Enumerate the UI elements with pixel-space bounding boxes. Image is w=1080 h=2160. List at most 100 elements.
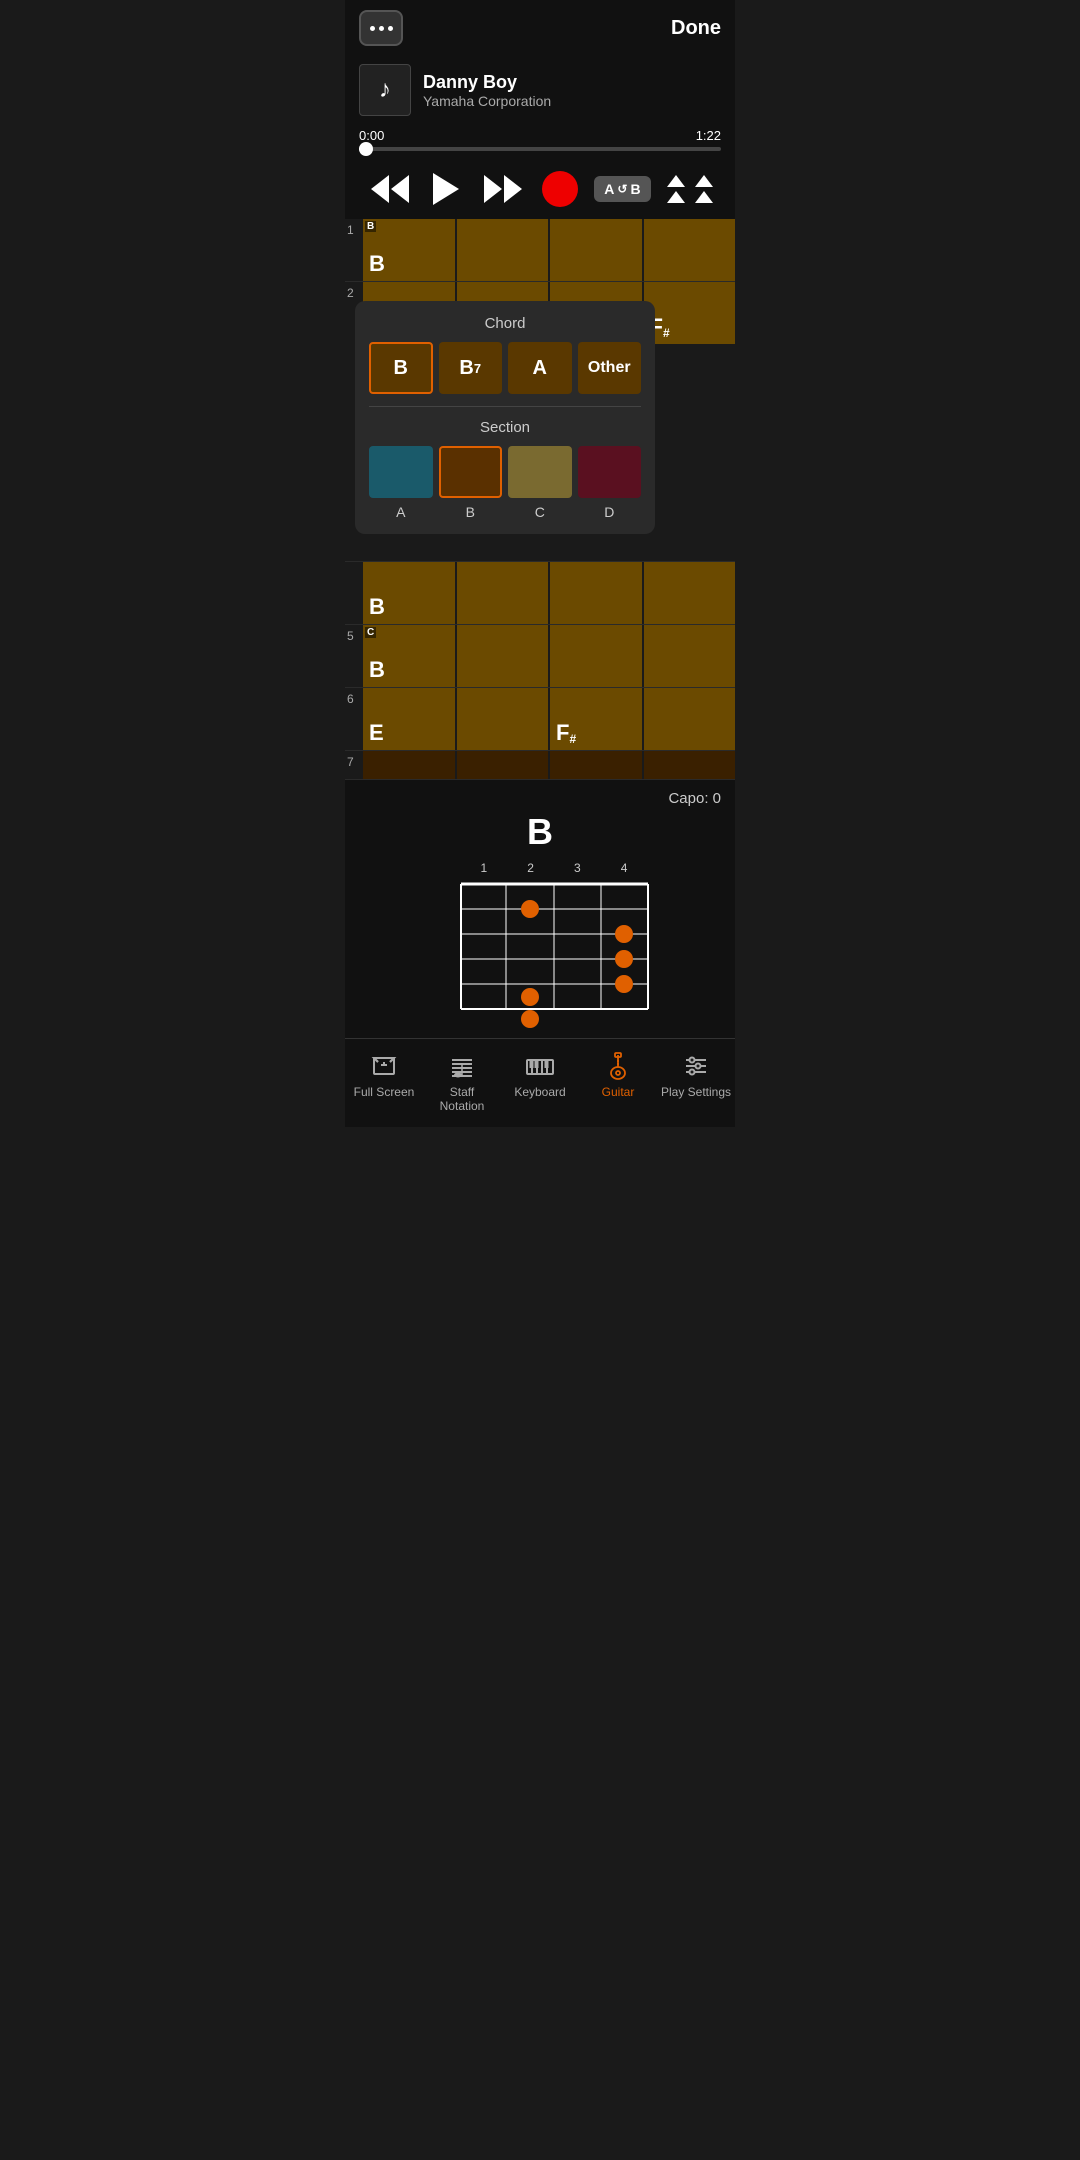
chord-cell[interactable] [457,625,549,687]
chord-cell-partial[interactable] [644,751,736,779]
chord-cell[interactable] [457,562,549,624]
chord-popup-title: Chord [369,315,641,332]
rewind-icon [371,175,409,203]
fast-forward-button[interactable] [480,171,526,207]
menu-button[interactable] [359,10,403,46]
bar-number-1: 1 [345,219,363,281]
guitar-dot [521,988,539,1006]
chord-cell[interactable] [550,219,642,281]
chord-option-a[interactable]: A [508,342,572,394]
sharp-symbol: # [663,326,670,340]
guitar-dot [615,950,633,968]
chord-cell[interactable] [644,219,736,281]
fret-num-3: 3 [554,861,601,875]
chord-cell[interactable] [550,562,642,624]
bottom-nav: Full Screen StaffNotation [345,1038,735,1127]
section-option-a[interactable] [369,446,433,498]
fullscreen-icon [369,1051,399,1081]
section-option-c[interactable] [508,446,572,498]
chord-cell-fsharp2[interactable]: F# [550,688,642,750]
fast-forward-icon [484,175,522,203]
chord-grid-area: 1 B B 2 F# Chord B B7 A Other [345,219,735,780]
progress-times: 0:00 1:22 [359,128,721,143]
popup-divider [369,406,641,407]
done-button[interactable]: Done [671,17,721,40]
section-label-b: B [439,504,503,520]
chord-cell-partial[interactable] [363,751,455,779]
nav-item-guitar[interactable]: Guitar [579,1047,657,1117]
section-popup-title: Section [369,419,641,436]
chord-cell-partial[interactable] [457,751,549,779]
chord-cell-partial[interactable] [550,751,642,779]
bar-row-6: 6 E F# [345,688,735,751]
bar-number-6: 6 [345,688,363,750]
chord-cell-e[interactable]: E [363,688,455,750]
section-label-d: D [578,504,642,520]
total-time: 1:22 [696,128,721,143]
fret-num-1: 1 [461,861,508,875]
bar-cells-7 [363,751,735,779]
chord-cell[interactable] [457,219,549,281]
chord-cell[interactable] [644,625,736,687]
chord-option-b[interactable]: B [369,342,433,394]
chord-cell-f-sharp[interactable]: F# [644,282,736,344]
bar-cells-1: B B [363,219,735,281]
chord-cell[interactable] [644,688,736,750]
fret-num-2: 2 [507,861,554,875]
nav-item-staff[interactable]: StaffNotation [423,1047,501,1117]
section-option-b[interactable] [439,446,503,498]
section-label-a: A [369,504,433,520]
progress-section: 0:00 1:22 [345,124,735,159]
section-badge-c: C [365,627,376,638]
chord-cell[interactable] [644,562,736,624]
chord-popup: Chord B B7 A Other Section A B C D [355,301,655,534]
nav-item-keyboard[interactable]: Keyboard [501,1047,579,1117]
chord-cell[interactable]: B B [363,219,455,281]
bar-cells-6: E F# [363,688,735,750]
bar-number-5: 5 [345,625,363,687]
sharp-symbol-2: # [569,732,576,746]
section-option-d[interactable] [578,446,642,498]
nav-label-guitar: Guitar [602,1085,635,1099]
nav-label-staff: StaffNotation [440,1085,485,1113]
guitar-diagram [433,879,648,1024]
guitar-area: Capo: 0 B 1 2 3 4 [345,780,735,1038]
chord-option-b7[interactable]: B7 [439,342,503,394]
chord-cell[interactable] [550,625,642,687]
current-time: 0:00 [359,128,384,143]
play-icon [433,173,459,205]
section-options [369,446,641,498]
ab-suffix: B [630,181,640,197]
ab-arrow-icon: ↺ [617,182,627,196]
chord-cell[interactable] [457,688,549,750]
playback-controls: A ↺ B [345,159,735,219]
bar-row-3: B [345,562,735,625]
chord-option-other[interactable]: Other [578,342,642,394]
guitar-dot [615,925,633,943]
ab-repeat-button[interactable]: A ↺ B [594,176,650,202]
progress-thumb [359,142,373,156]
section-label-c: C [508,504,572,520]
bar-row-1: 1 B B [345,219,735,282]
record-button[interactable] [542,171,578,207]
fret-num-4: 4 [601,861,648,875]
scroll-up-button[interactable] [667,175,713,203]
progress-bar[interactable] [359,147,721,151]
chord-cell-b3[interactable]: C B [363,625,455,687]
bar-cells-3: B [363,562,735,624]
chord-cell-b2[interactable]: B [363,562,455,624]
section-labels: A B C D [369,504,641,520]
nav-item-fullscreen[interactable]: Full Screen [345,1047,423,1117]
play-button[interactable] [429,169,463,209]
keyboard-icon [525,1051,555,1081]
rewind-button[interactable] [367,171,413,207]
three-dots-icon [370,26,393,31]
bar-cells-5: C B [363,625,735,687]
nav-item-play-settings[interactable]: Play Settings [657,1047,735,1117]
guitar-dot [521,900,539,918]
staff-notation-icon [447,1051,477,1081]
nav-label-play-settings: Play Settings [661,1085,731,1099]
guitar-dot [615,975,633,993]
bar-number-3 [345,562,363,624]
chord-label-b: B [365,221,376,232]
